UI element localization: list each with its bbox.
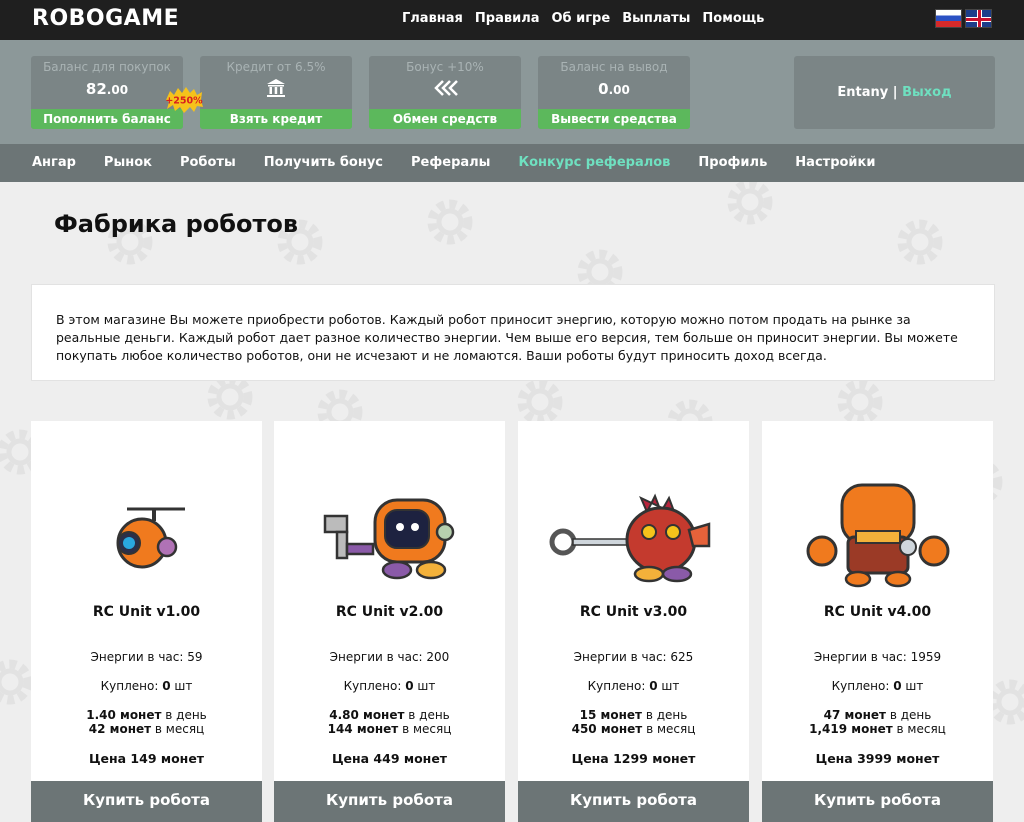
withdraw-button[interactable]: Вывести средства: [538, 109, 690, 129]
robot-v1-price: Цена 149 монет: [88, 751, 205, 766]
robot-v2-per-day: 4.80 монет в день: [329, 708, 450, 722]
robot-v4-price: Цена 3999 монет: [815, 751, 940, 766]
robot-v3-bought: Куплено: 0 шт: [587, 679, 680, 693]
nav-profile[interactable]: Профиль: [698, 155, 767, 170]
withdraw-balance-value: 0.00: [598, 80, 630, 98]
robot-v3-name: RC Unit v3.00: [579, 604, 688, 620]
robot-card-v3: RC Unit v3.00 Энергии в час: 625 Куплено…: [518, 421, 749, 822]
bonus-box: Бонус +10% Обмен средств: [369, 56, 521, 129]
flag-en-icon[interactable]: [965, 9, 992, 28]
robot-v4-per-month: 1,419 монет в месяц: [809, 722, 946, 736]
robot-v2-name: RC Unit v2.00: [335, 604, 444, 620]
robot-v1-image: [31, 471, 262, 601]
withdraw-balance-box: Баланс на вывод 0.00 Вывести средства: [538, 56, 690, 129]
nav-robots[interactable]: Роботы: [180, 155, 236, 170]
robot-v3-per-day: 15 монет в день: [579, 708, 688, 722]
nav-referrals[interactable]: Рефералы: [411, 155, 490, 170]
robot-v2-per-month: 144 монет в месяц: [327, 722, 452, 736]
bonus-label: Бонус +10%: [406, 60, 484, 74]
robot-card-v4: RC Unit v4.00 Энергии в час: 1959 Куплен…: [762, 421, 993, 822]
top-nav: Главная Правила Об игре Выплаты Помощь: [402, 11, 764, 26]
exchange-button[interactable]: Обмен средств: [369, 109, 521, 129]
intro-text: В этом магазине Вы можете приобрести роб…: [31, 284, 995, 381]
robot-card-v2: RC Unit v2.00 Энергии в час: 200 Куплено…: [274, 421, 505, 822]
purchase-balance-label: Баланс для покупок: [43, 60, 171, 74]
logout-link[interactable]: Выход: [902, 85, 951, 100]
robot-v2-image: [274, 471, 505, 601]
buy-robot-v3-button[interactable]: Купить робота: [518, 781, 749, 822]
nav-get-bonus[interactable]: Получить бонус: [264, 155, 383, 170]
buy-robot-v4-button[interactable]: Купить робота: [762, 781, 993, 822]
top-up-button[interactable]: Пополнить баланс: [31, 109, 183, 129]
top-nav-about[interactable]: Об игре: [552, 11, 611, 26]
top-nav-help[interactable]: Помощь: [702, 11, 764, 26]
robot-v1-per-day: 1.40 монет в день: [86, 708, 207, 722]
credit-box: Кредит от 6.5% Взять кредит: [200, 56, 352, 129]
main-nav: Ангар Рынок Роботы Получить бонус Рефера…: [0, 144, 1024, 182]
robot-v2-energy: Энергии в час: 200: [329, 650, 450, 664]
page-title: Фабрика роботов: [54, 210, 299, 238]
nav-hangar[interactable]: Ангар: [32, 155, 76, 170]
credit-label: Кредит от 6.5%: [226, 60, 326, 74]
robot-v4-name: RC Unit v4.00: [823, 604, 932, 620]
buy-robot-v2-button[interactable]: Купить робота: [274, 781, 505, 822]
withdraw-balance-label: Баланс на вывод: [560, 60, 668, 74]
top-nav-home[interactable]: Главная: [402, 11, 463, 26]
bank-icon: [200, 78, 352, 102]
robot-v4-energy: Энергии в час: 1959: [813, 650, 942, 664]
user-separator: |: [888, 85, 903, 100]
bonus-badge-text: +250%: [165, 96, 203, 107]
robot-v4-per-day: 47 монет в день: [823, 708, 932, 722]
username[interactable]: Entany: [837, 85, 888, 100]
flag-ru-icon[interactable]: [935, 9, 962, 28]
take-credit-button[interactable]: Взять кредит: [200, 109, 352, 129]
robot-v1-energy: Энергии в час: 59: [90, 650, 203, 664]
robot-v2-price: Цена 449 монет: [331, 751, 448, 766]
robot-v1-per-month: 42 монет в месяц: [88, 722, 205, 736]
buy-robot-v1-button[interactable]: Купить робота: [31, 781, 262, 822]
robot-v2-bought: Куплено: 0 шт: [343, 679, 436, 693]
purchase-balance-value: 82.00: [85, 80, 129, 98]
robot-v3-image: [518, 471, 749, 601]
user-box: Entany | Выход: [794, 56, 995, 129]
language-switcher: [935, 9, 992, 28]
robot-v4-image: [762, 471, 993, 601]
robot-card-v1: RC Unit v1.00 Энергии в час: 59 Куплено:…: [31, 421, 262, 822]
robot-v1-name: RC Unit v1.00: [92, 604, 201, 620]
robot-v1-bought: Куплено: 0 шт: [100, 679, 193, 693]
bonus-badge: +250%: [164, 87, 204, 113]
double-chevron-left-icon: [369, 78, 521, 102]
robot-v3-per-month: 450 монет в месяц: [571, 722, 696, 736]
balance-bar: Баланс для покупок 82.00 Пополнить балан…: [0, 40, 1024, 144]
top-bar: ROBOGAME Главная Правила Об игре Выплаты…: [0, 0, 1024, 40]
robot-v3-price: Цена 1299 монет: [571, 751, 696, 766]
nav-market[interactable]: Рынок: [104, 155, 152, 170]
robot-v3-energy: Энергии в час: 625: [573, 650, 694, 664]
main-content: Фабрика роботов В этом магазине Вы может…: [0, 182, 1024, 822]
nav-settings[interactable]: Настройки: [795, 155, 875, 170]
top-nav-payouts[interactable]: Выплаты: [622, 11, 690, 26]
nav-referral-contest[interactable]: Конкурс рефералов: [518, 155, 670, 170]
site-logo[interactable]: ROBOGAME: [32, 6, 179, 31]
top-nav-rules[interactable]: Правила: [475, 11, 540, 26]
purchase-balance-box: Баланс для покупок 82.00 Пополнить балан…: [31, 56, 183, 129]
robot-v4-bought: Куплено: 0 шт: [831, 679, 924, 693]
